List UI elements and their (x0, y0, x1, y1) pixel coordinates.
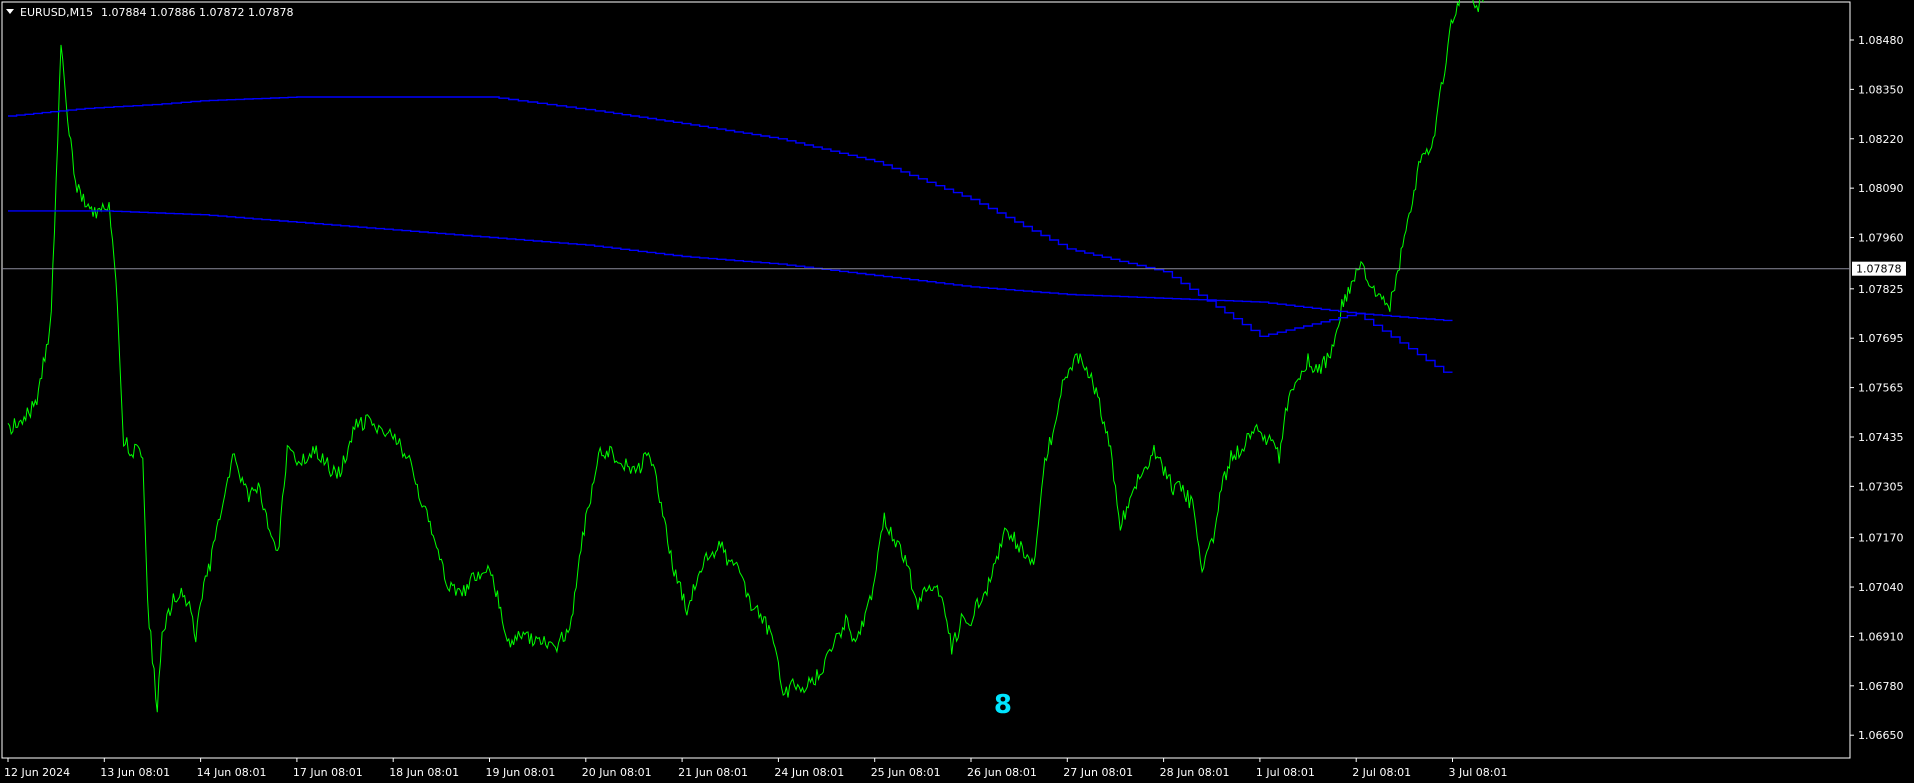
x-tick-label: 27 Jun 08:01 (1063, 766, 1133, 779)
y-tick-label: 1.06910 (1858, 630, 1904, 643)
y-tick-label: 1.08480 (1858, 34, 1904, 47)
y-tick-label: 1.08350 (1858, 83, 1904, 96)
x-tick-label: 14 Jun 08:01 (197, 766, 267, 779)
chart-header: EURUSD,M15 1.07884 1.07886 1.07872 1.078… (6, 6, 293, 19)
y-tick-label: 1.07825 (1858, 283, 1904, 296)
x-tick-label: 28 Jun 08:01 (1160, 766, 1230, 779)
x-tick-label: 26 Jun 08:01 (967, 766, 1037, 779)
x-tick-label: 2 Jul 08:01 (1352, 766, 1411, 779)
quote-label: 1.07884 1.07886 1.07872 1.07878 (101, 6, 293, 19)
x-tick-label: 25 Jun 08:01 (871, 766, 941, 779)
y-tick-label: 1.08090 (1858, 182, 1904, 195)
x-tick-label: 17 Jun 08:01 (293, 766, 363, 779)
y-tick-label: 1.07695 (1858, 332, 1904, 345)
y-tick-label: 1.07565 (1858, 382, 1904, 395)
y-tick-label: 1.07960 (1858, 232, 1904, 245)
plot-frame (1, 1, 1851, 759)
x-tick-label: 3 Jul 08:01 (1449, 766, 1508, 779)
x-tick-label: 21 Jun 08:01 (678, 766, 748, 779)
x-tick-label: 19 Jun 08:01 (486, 766, 556, 779)
y-tick-label: 1.06780 (1858, 680, 1904, 693)
y-tick-label: 1.07305 (1858, 480, 1904, 493)
x-tick-label: 20 Jun 08:01 (582, 766, 652, 779)
chart[interactable]: 8 1.084801.083501.082201.080901.079601.0… (0, 0, 1914, 783)
y-tick-label: 1.08220 (1858, 133, 1904, 146)
y-tick-label: 1.07435 (1858, 431, 1904, 444)
x-tick-label: 13 Jun 08:01 (100, 766, 170, 779)
x-tick-label: 12 Jun 2024 (4, 766, 70, 779)
current-price-label: 1.07878 (1856, 263, 1902, 276)
x-tick-label: 18 Jun 08:01 (389, 766, 459, 779)
y-tick-label: 1.06650 (1858, 729, 1904, 742)
marker-layer: 8 (994, 690, 1012, 720)
x-tick-label: 1 Jul 08:01 (1256, 766, 1315, 779)
symbol-label: EURUSD,M15 (20, 6, 93, 19)
x-tick-label: 24 Jun 08:01 (774, 766, 844, 779)
y-tick-label: 1.07170 (1858, 532, 1904, 545)
signal-marker[interactable]: 8 (994, 690, 1012, 720)
y-axis: 1.08480 1.08350 1.08220 1.08090 1.07960 1.078… (1850, 34, 1904, 742)
y-tick-label: 1.07040 (1858, 581, 1904, 594)
current-price-tag: 1.07878 (1852, 261, 1906, 276)
x-axis: 12 Jun 2024 13 Jun 08:01 14 Jun 08:01 17 Ju… (4, 758, 1507, 779)
